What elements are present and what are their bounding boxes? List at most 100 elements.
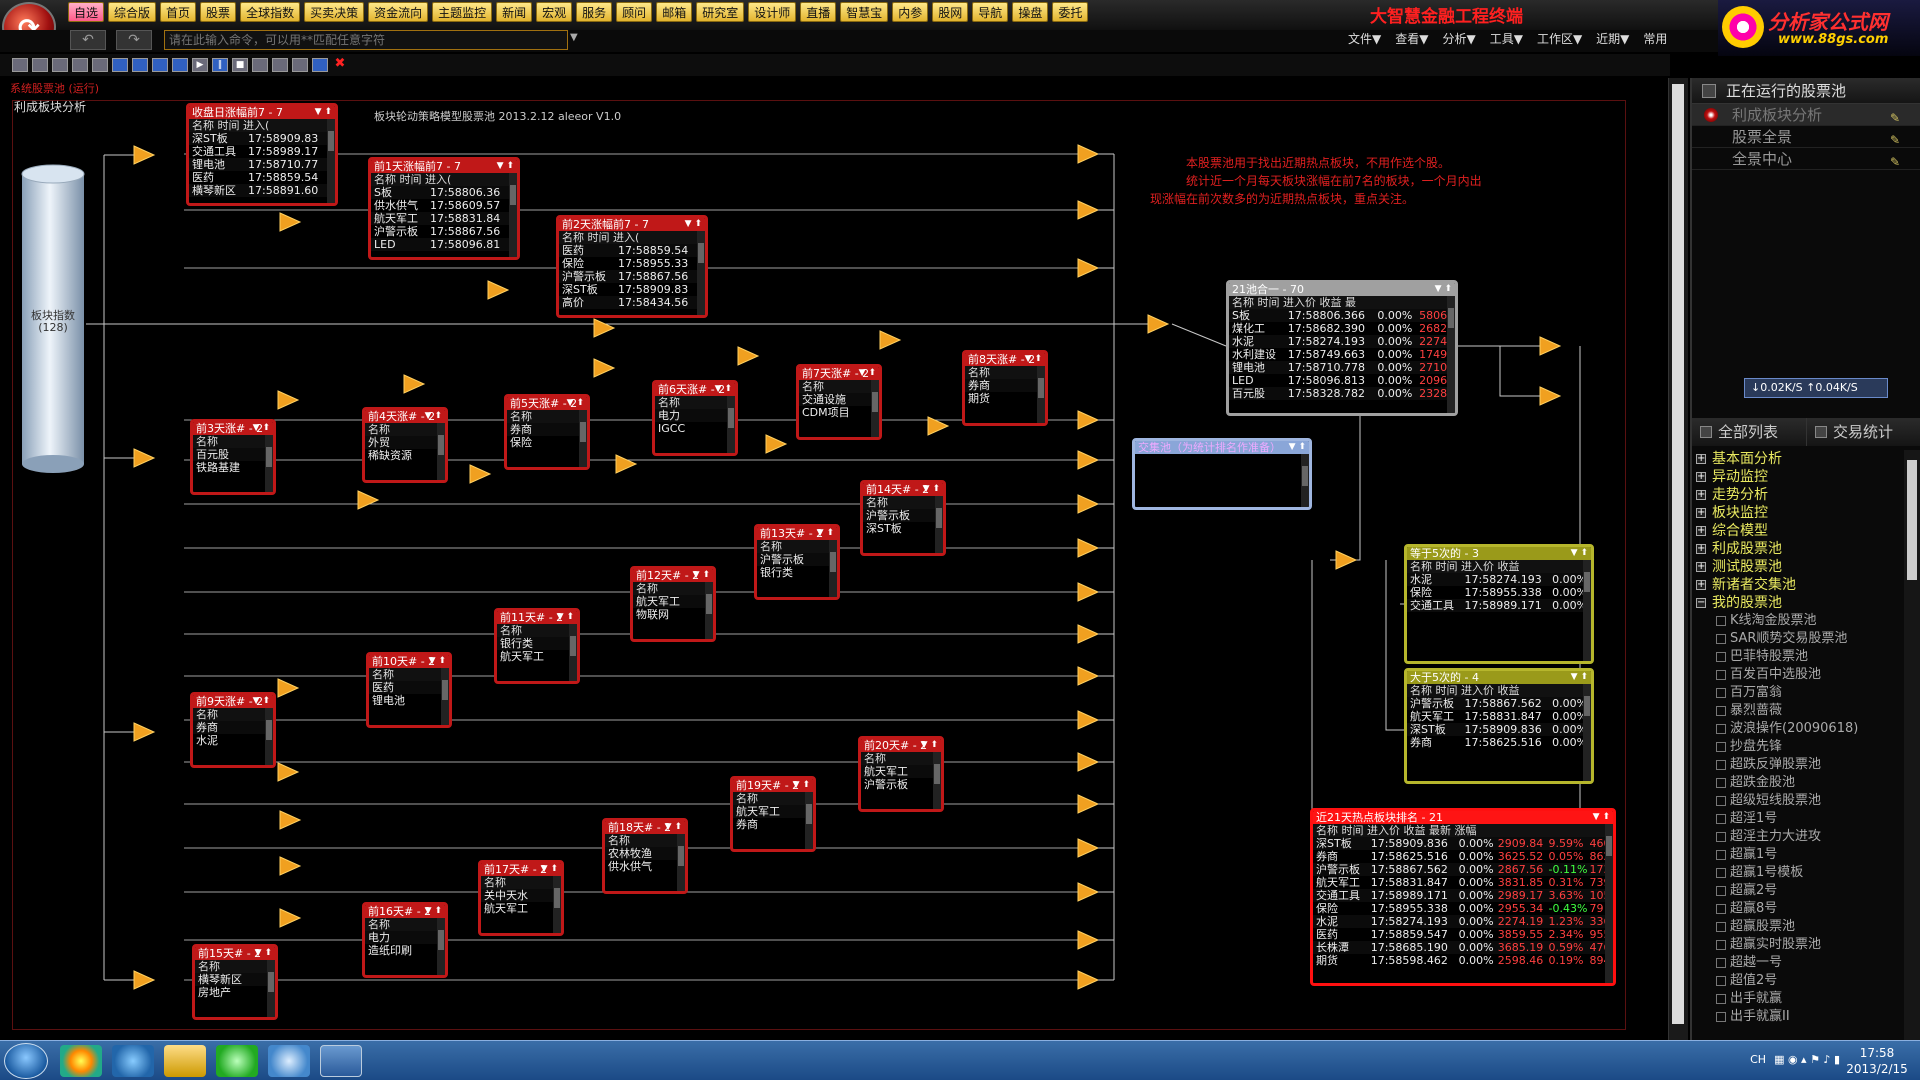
forward-button[interactable]: ↷ xyxy=(116,30,152,50)
pool-row[interactable]: 航天军工 xyxy=(497,650,577,663)
expand-icon[interactable]: + xyxy=(1696,544,1706,554)
menu-item-15[interactable]: 直播 xyxy=(800,2,837,22)
menu-item-20[interactable]: 操盘 xyxy=(1012,2,1049,22)
tree-child-item[interactable]: 超赢8号 xyxy=(1692,900,1904,918)
pool-row[interactable]: 沪警示板 xyxy=(861,778,941,791)
pool-row[interactable]: 交通工具 17:58989.17 xyxy=(189,145,335,158)
pool-scrollbar[interactable] xyxy=(1583,684,1591,781)
menu-item-5[interactable]: 买卖决策 xyxy=(304,2,365,22)
pool-row[interactable]: 银行类 xyxy=(757,566,837,579)
pool-row[interactable]: 医药 17:58859.547 0.00% 3859.55 2.34% 955 xyxy=(1313,928,1613,941)
pool-scrollbar[interactable] xyxy=(267,960,275,1017)
pool-menu-icon[interactable]: ▼ ⬆ xyxy=(715,383,732,396)
pool-p-d11[interactable]: 前11天# - 2 ▼ ⬆ 名称 银行类 航天军工 xyxy=(494,608,580,684)
pool-menu-icon[interactable]: ▼ ⬆ xyxy=(1289,441,1306,454)
pool-menu-icon[interactable]: ▼ ⬆ xyxy=(685,218,702,231)
tool-paste-icon[interactable] xyxy=(72,58,88,72)
folder-icon[interactable] xyxy=(164,1045,206,1077)
pool-row[interactable]: 沪警示板 17:58867.562 0.00% 2867.56 -0.11% 173 xyxy=(1313,863,1613,876)
pool-p-close[interactable]: 收盘日涨幅前7 - 7 ▼ ⬆ 名称 时间 进入(深ST板 17:58909.83 交通… xyxy=(186,103,338,206)
pool-row[interactable]: 供水供气 17:58609.57 xyxy=(371,199,517,212)
pool-row[interactable]: 百元股 xyxy=(193,448,273,461)
pool-menu-icon[interactable]: ▼ ⬆ xyxy=(1571,547,1588,560)
pool-row[interactable]: 水泥 17:58274.193 0.00% 2274.19 1.23% 336 xyxy=(1313,915,1613,928)
pool-row[interactable]: 房地产 xyxy=(195,986,275,999)
pool-row[interactable]: 锂电池 17:58710.77 xyxy=(189,158,335,171)
pool-scrollbar[interactable] xyxy=(265,708,273,765)
tool-list-icon[interactable] xyxy=(292,58,308,72)
pool-merge[interactable]: 21池合一 - 70 ▼ ⬆ 名称 时间 进入价 收益 最 S板 17:58806.36… xyxy=(1226,280,1458,416)
menu-item-18[interactable]: 股网 xyxy=(932,2,969,22)
menu-item-11[interactable]: 顾问 xyxy=(616,2,653,22)
tree-child-item[interactable]: 超级短线股票池 xyxy=(1692,792,1904,810)
pool-scrollbar[interactable] xyxy=(705,582,713,639)
menu-item-0[interactable]: 自选 xyxy=(68,2,105,22)
pool-p-d20[interactable]: 前20天# - 2 ▼ ⬆ 名称 航天军工 沪警示板 xyxy=(858,736,944,812)
running-pool-1[interactable]: 股票全景 ✎ xyxy=(1692,126,1920,148)
pool-row[interactable]: 深ST板 17:58909.836 0.00% xyxy=(1407,723,1591,736)
pool-row[interactable]: 水泥 17:58274.193 0.00% xyxy=(1407,573,1591,586)
pool-p-d18[interactable]: 前18天# - 2 ▼ ⬆ 名称 农林牧渔 供水供气 xyxy=(602,818,688,894)
menu-item-1[interactable]: 综合版 xyxy=(108,2,157,22)
taskbar-app-active-icon[interactable] xyxy=(320,1045,362,1077)
pool-eq5[interactable]: 等于5次的 - 3 ▼ ⬆ 名称 时间 进入价 收益 水泥 17:58274.193 0.… xyxy=(1404,544,1594,664)
pool-scrollbar[interactable] xyxy=(569,624,577,681)
pool-row[interactable]: 医药 xyxy=(369,681,449,694)
tree-root-item[interactable]: + 基本面分析 xyxy=(1692,450,1904,468)
pool-menu-icon[interactable]: ▼ ⬆ xyxy=(425,410,442,423)
pool-menu-icon[interactable]: ▼ ⬆ xyxy=(567,397,584,410)
pool-row[interactable]: 交通设施 xyxy=(799,393,879,406)
tree-child-item[interactable]: 超越一号 xyxy=(1692,954,1904,972)
tool-window-icon[interactable] xyxy=(312,58,328,72)
tree-child-item[interactable]: 暴烈蔷薇 xyxy=(1692,702,1904,720)
pool-row[interactable]: 沪警示板 17:58867.562 0.00% xyxy=(1407,697,1591,710)
pool-row[interactable]: 水泥 17:58274.193 0.00% 2274 xyxy=(1229,335,1455,348)
menu-item-2[interactable]: 首页 xyxy=(160,2,197,22)
pool-p-d6[interactable]: 前6天涨# - 2 ▼ ⬆ 名称 电力 IGCC xyxy=(652,380,738,456)
pool-row[interactable]: 锂电池 17:58710.778 0.00% 2710 xyxy=(1229,361,1455,374)
collapse-icon[interactable]: − xyxy=(1696,598,1706,608)
pool-row[interactable]: 百元股 17:58328.782 0.00% 2328 xyxy=(1229,387,1455,400)
pool-menu-icon[interactable]: ▼ ⬆ xyxy=(793,779,810,792)
tree-child-item[interactable]: 百发百中选股池 xyxy=(1692,666,1904,684)
menu-item-12[interactable]: 邮箱 xyxy=(656,2,693,22)
pool-row[interactable]: 航天军工 xyxy=(481,902,561,915)
pool-p-d16[interactable]: 前16天# - 2 ▼ ⬆ 名称 电力 造纸印刷 xyxy=(362,902,448,978)
tree-root-item[interactable]: + 异动监控 xyxy=(1692,468,1904,486)
edit-pencil-icon[interactable]: ✎ xyxy=(1890,151,1900,173)
pool-scrollbar[interactable] xyxy=(441,668,449,725)
menu-item-16[interactable]: 智慧宝 xyxy=(840,2,889,22)
pool-scrollbar[interactable] xyxy=(509,173,517,257)
pool-p-d1[interactable]: 前1天涨幅前7 - 7 ▼ ⬆ 名称 时间 进入(S板 17:58806.36 供水供气… xyxy=(368,157,520,260)
tree-child-item[interactable]: 超赢1号 xyxy=(1692,846,1904,864)
pool-row[interactable]: 深ST板 17:58909.83 xyxy=(189,132,335,145)
pool-row[interactable]: 保险 17:58955.338 0.00% xyxy=(1407,586,1591,599)
pool-menu-icon[interactable]: ▼ ⬆ xyxy=(255,947,272,960)
pool-row[interactable]: 深ST板 xyxy=(863,522,943,535)
pool-row[interactable]: 券商 17:58625.516 0.00% xyxy=(1407,736,1591,749)
pool-row[interactable]: 电力 xyxy=(655,409,735,422)
pool-p-d5[interactable]: 前5天涨# - 2 ▼ ⬆ 名称 券商 保险 xyxy=(504,394,590,470)
pool-menu-icon[interactable]: ▼ ⬆ xyxy=(541,863,558,876)
pool-row[interactable]: 横琴新区 17:58891.60 xyxy=(189,184,335,197)
tool-open-icon[interactable] xyxy=(12,58,28,72)
pool-scrollbar[interactable] xyxy=(1037,366,1045,423)
dropdown-arrow-icon[interactable]: ▼ xyxy=(570,32,578,43)
tree-root-item[interactable]: + 走势分析 xyxy=(1692,486,1904,504)
running-pool-0[interactable]: 利成板块分析 ✎ xyxy=(1692,104,1920,126)
tool-image-icon[interactable] xyxy=(252,58,268,72)
menu-item-19[interactable]: 导航 xyxy=(972,2,1009,22)
tree-root-item[interactable]: + 新诸者交集池 xyxy=(1692,576,1904,594)
pool-row[interactable]: 横琴新区 xyxy=(195,973,275,986)
tree-scrollbar[interactable] xyxy=(1904,450,1920,1040)
tree-child-item[interactable]: 出手就赢II xyxy=(1692,1008,1904,1026)
pool-row[interactable]: 沪警示板 xyxy=(863,509,943,522)
pool-menu-icon[interactable]: ▼ ⬆ xyxy=(817,527,834,540)
pool-scrollbar[interactable] xyxy=(327,119,335,203)
tool-save-icon[interactable] xyxy=(32,58,48,72)
pool-p-d10[interactable]: 前10天# - 2 ▼ ⬆ 名称 医药 锂电池 xyxy=(366,652,452,728)
pool-row[interactable]: 保险 17:58955.338 0.00% 2955.34 -0.43% 79 xyxy=(1313,902,1613,915)
ime-indicator[interactable]: CH xyxy=(1750,1053,1766,1066)
pool-row[interactable]: 稀缺资源 xyxy=(365,449,445,462)
pool-menu-icon[interactable]: ▼ ⬆ xyxy=(1435,283,1452,296)
